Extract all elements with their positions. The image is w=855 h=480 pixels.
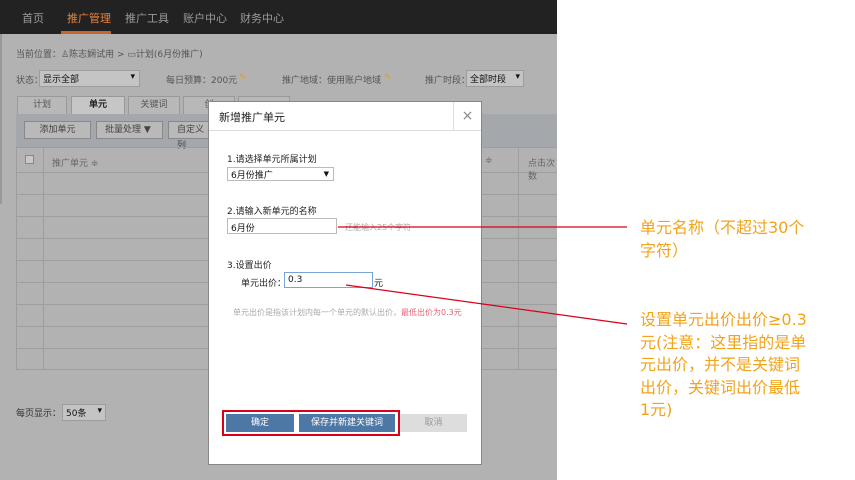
annotation-bid: 设置单元出价出价≥0.3元(注意：这里指的是单元出价，并不是关键词出价，关键词出…: [640, 310, 807, 419]
annotation-unit-name: 单元名称（不超过30个字符）: [640, 218, 805, 260]
bid-pointer-line: [345, 284, 628, 325]
